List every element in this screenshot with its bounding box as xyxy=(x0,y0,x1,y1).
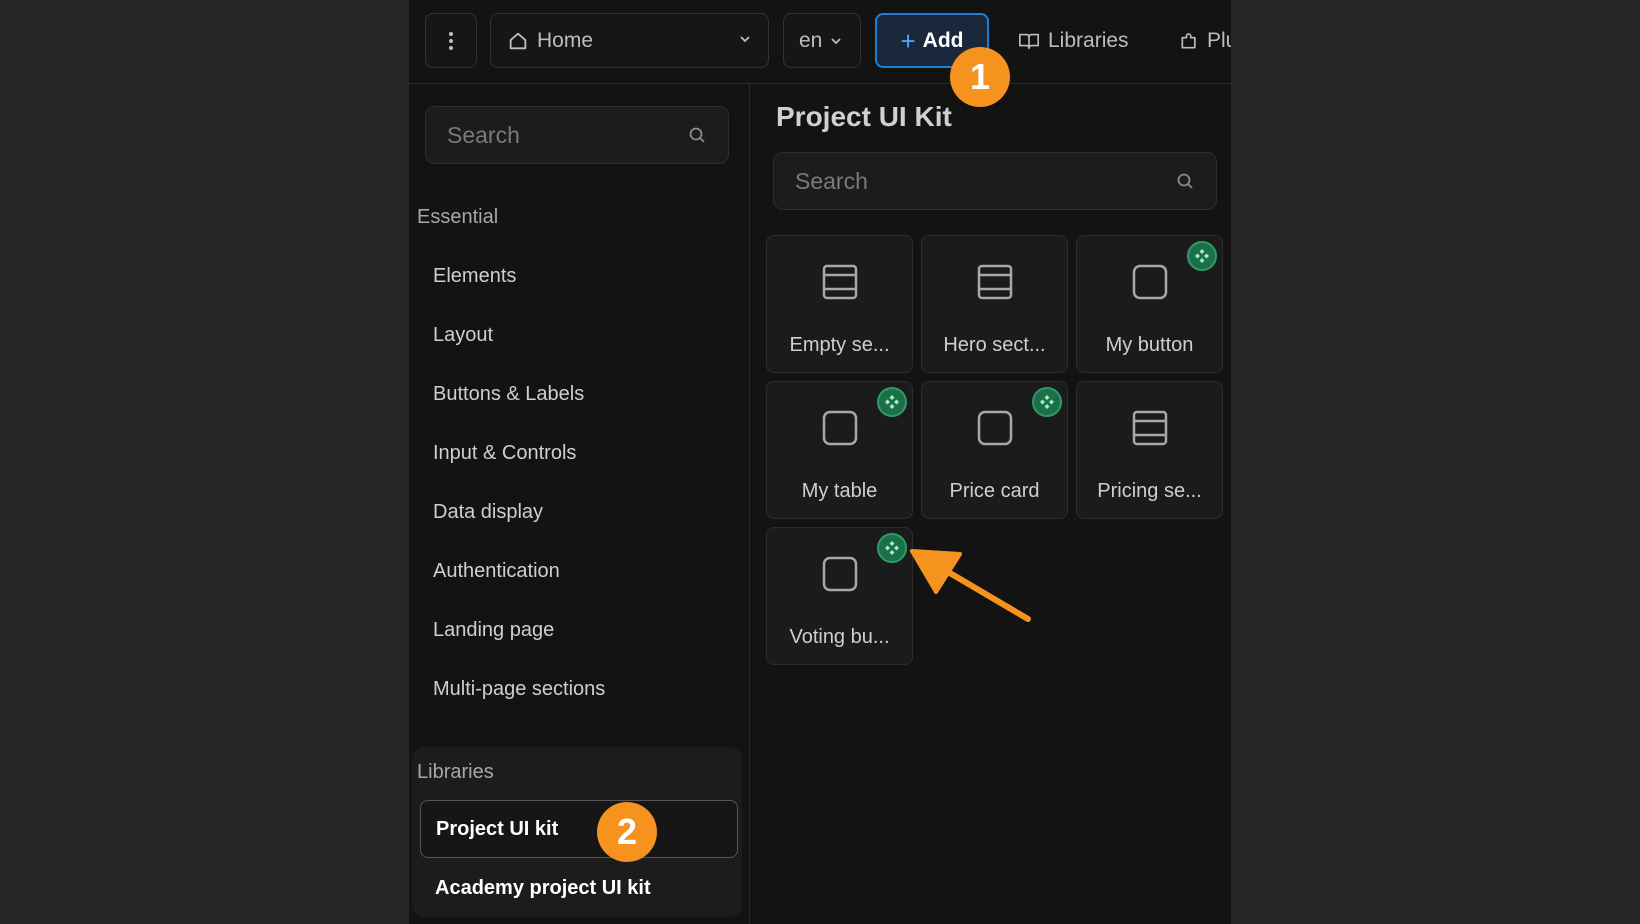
card-label: Hero sect... xyxy=(943,334,1046,356)
library-item-project-ui-kit[interactable]: Project UI kit xyxy=(420,800,738,858)
card-label: Pricing se... xyxy=(1097,480,1202,502)
card-label: Voting bu... xyxy=(789,626,890,648)
plus-icon: + xyxy=(900,25,916,56)
component-card-my-table[interactable]: My table xyxy=(766,381,913,519)
component-badge-icon xyxy=(1032,387,1062,417)
sidebar-item-buttons-labels[interactable]: Buttons & Labels xyxy=(433,383,584,406)
card-label: My button xyxy=(1105,334,1194,356)
component-card-empty-section[interactable]: Empty se... xyxy=(766,235,913,373)
library-search-placeholder: Search xyxy=(795,167,868,194)
sidebar-item-input-controls[interactable]: Input & Controls xyxy=(433,442,576,465)
plugins-link[interactable]: Plu xyxy=(1179,13,1231,68)
square-icon xyxy=(822,556,858,592)
square-icon xyxy=(977,410,1013,446)
sidebar: Search Essential Elements Layout Buttons… xyxy=(409,84,750,924)
step-1-badge: 1 xyxy=(950,47,1010,107)
libraries-section-title: Libraries xyxy=(417,761,494,783)
more-menu-button[interactable] xyxy=(425,13,477,68)
book-icon xyxy=(1019,33,1039,49)
libraries-section: Libraries Project UI kit Academy project… xyxy=(412,747,742,917)
library-title: Project UI Kit xyxy=(776,101,952,132)
card-label: My table xyxy=(801,480,878,502)
language-select[interactable]: en xyxy=(783,13,861,68)
card-label: Empty se... xyxy=(789,334,890,356)
library-item-academy-project-ui-kit[interactable]: Academy project UI kit xyxy=(420,859,738,917)
app-window: Home en + Add Libraries Plu xyxy=(409,0,1231,924)
sidebar-item-landing-page[interactable]: Landing page xyxy=(433,619,554,642)
plugins-link-label: Plu xyxy=(1207,28,1231,52)
card-label: Price card xyxy=(949,480,1040,502)
kebab-menu-icon xyxy=(449,31,453,50)
sidebar-search-placeholder: Search xyxy=(447,121,520,148)
search-icon xyxy=(689,127,705,143)
page-select[interactable]: Home xyxy=(490,13,769,68)
language-select-value: en xyxy=(799,28,823,52)
library-search-input[interactable]: Search xyxy=(773,152,1217,210)
component-badge-icon xyxy=(877,533,907,563)
component-badge-icon xyxy=(1187,241,1217,271)
sidebar-item-authentication[interactable]: Authentication xyxy=(433,560,560,583)
square-icon xyxy=(822,410,858,446)
libraries-link-label: Libraries xyxy=(1048,28,1129,52)
chevron-down-icon xyxy=(740,36,750,43)
square-icon xyxy=(1132,264,1168,300)
chevron-down-icon xyxy=(831,37,841,44)
section-icon xyxy=(977,264,1013,300)
sidebar-item-layout[interactable]: Layout xyxy=(433,324,493,347)
page-select-value: Home xyxy=(537,28,594,52)
library-panel: Project UI Kit Search Empty se... Hero s… xyxy=(750,84,1231,924)
step-2-badge: 2 xyxy=(597,802,657,862)
section-icon xyxy=(1132,410,1168,446)
sidebar-item-elements[interactable]: Elements xyxy=(433,265,516,288)
component-card-hero-section[interactable]: Hero sect... xyxy=(921,235,1068,373)
component-badge-icon xyxy=(877,387,907,417)
sidebar-search-input[interactable]: Search xyxy=(425,106,729,164)
essential-section-title: Essential xyxy=(417,206,499,228)
component-card-my-button[interactable]: My button xyxy=(1076,235,1223,373)
topbar: Home en + Add Libraries Plu xyxy=(409,0,1231,84)
add-button-label: Add xyxy=(922,28,964,52)
puzzle-icon xyxy=(1181,32,1196,49)
section-icon xyxy=(822,264,858,300)
component-card-pricing-section[interactable]: Pricing se... xyxy=(1076,381,1223,519)
sidebar-item-data-display[interactable]: Data display xyxy=(433,501,543,524)
component-card-price-card[interactable]: Price card xyxy=(921,381,1068,519)
home-icon xyxy=(509,32,527,49)
component-card-voting-button[interactable]: Voting bu... xyxy=(766,527,913,665)
sidebar-item-multi-page-sections[interactable]: Multi-page sections xyxy=(433,678,605,701)
libraries-link[interactable]: Libraries xyxy=(1018,13,1129,68)
search-icon xyxy=(1177,173,1193,189)
